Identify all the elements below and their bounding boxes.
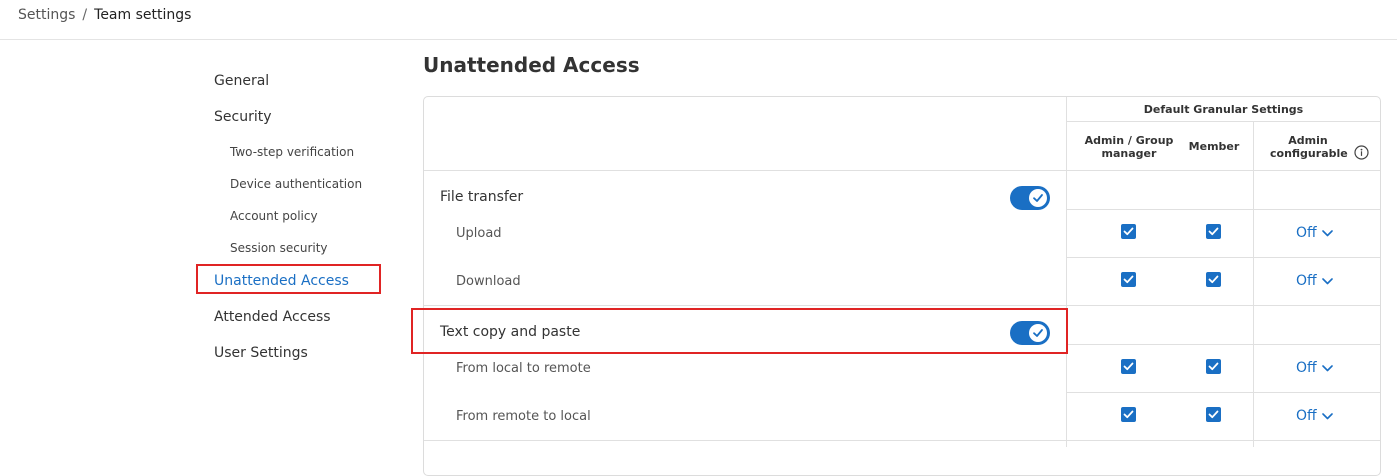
check-icon xyxy=(1123,275,1134,284)
row-label-upload: Upload xyxy=(456,226,502,241)
row-divider xyxy=(424,305,1380,306)
check-icon xyxy=(1208,227,1219,236)
row-divider xyxy=(1067,121,1380,122)
sidebar-item-security[interactable]: Security xyxy=(214,109,272,125)
remote-to-local-member-checkbox[interactable] xyxy=(1206,407,1221,422)
column-header-admin-configurable: Admin configurable xyxy=(1270,134,1348,160)
breadcrumb-settings-link[interactable]: Settings xyxy=(18,7,75,23)
header-divider xyxy=(0,39,1397,40)
toggle-knob xyxy=(1029,189,1047,207)
sidebar-item-session-security[interactable]: Session security xyxy=(230,241,328,255)
row-label-download: Download xyxy=(456,274,521,289)
check-icon xyxy=(1123,362,1134,371)
check-icon xyxy=(1208,410,1219,419)
check-icon xyxy=(1208,275,1219,284)
chevron-down-icon xyxy=(1321,229,1333,236)
selection-highlight-box xyxy=(196,264,381,294)
upload-member-checkbox[interactable] xyxy=(1206,224,1221,239)
row-divider xyxy=(424,170,1380,171)
download-member-checkbox[interactable] xyxy=(1206,272,1221,287)
group-header: Default Granular Settings xyxy=(1143,103,1304,116)
sidebar-item-attended-access[interactable]: Attended Access xyxy=(214,309,331,325)
sidebar-item-general[interactable]: General xyxy=(214,73,269,89)
info-icon[interactable] xyxy=(1354,145,1369,160)
check-icon xyxy=(1123,410,1134,419)
breadcrumb-current: Team settings xyxy=(94,7,192,23)
sidebar-item-account-policy[interactable]: Account policy xyxy=(230,209,318,223)
row-label-from-remote-to-local: From remote to local xyxy=(456,409,591,424)
row-divider xyxy=(1067,344,1380,345)
file-transfer-toggle[interactable] xyxy=(1010,186,1050,210)
local-to-remote-admin-checkbox[interactable] xyxy=(1121,359,1136,374)
row-label-file-transfer: File transfer xyxy=(440,189,524,205)
local-to-remote-admin-configurable-dropdown[interactable]: Off xyxy=(1296,360,1333,376)
chevron-down-icon xyxy=(1321,277,1333,284)
column-divider xyxy=(1066,97,1067,447)
remote-to-local-admin-checkbox[interactable] xyxy=(1121,407,1136,422)
row-label-from-local-to-remote: From local to remote xyxy=(456,361,591,376)
dropdown-value: Off xyxy=(1296,360,1317,376)
check-icon xyxy=(1123,227,1134,236)
row-divider xyxy=(1067,257,1380,258)
page-title: Unattended Access xyxy=(423,53,640,77)
row-highlight-box xyxy=(411,308,1068,354)
row-divider xyxy=(1067,209,1380,210)
chevron-down-icon xyxy=(1321,412,1333,419)
check-icon xyxy=(1208,362,1219,371)
download-admin-checkbox[interactable] xyxy=(1121,272,1136,287)
sidebar-item-user-settings[interactable]: User Settings xyxy=(214,345,308,361)
chevron-down-icon xyxy=(1321,364,1333,371)
local-to-remote-member-checkbox[interactable] xyxy=(1206,359,1221,374)
dropdown-value: Off xyxy=(1296,408,1317,424)
column-header-member: Member xyxy=(1188,140,1240,153)
download-admin-configurable-dropdown[interactable]: Off xyxy=(1296,273,1333,289)
breadcrumb-separator: / xyxy=(82,7,88,23)
dropdown-value: Off xyxy=(1296,225,1317,241)
check-icon xyxy=(1033,194,1043,202)
sidebar-item-two-step-verification[interactable]: Two-step verification xyxy=(230,145,354,159)
column-header-admin: Admin / Group manager xyxy=(1084,134,1174,160)
upload-admin-configurable-dropdown[interactable]: Off xyxy=(1296,225,1333,241)
row-divider xyxy=(424,440,1380,441)
sidebar-item-device-authentication[interactable]: Device authentication xyxy=(230,177,362,191)
breadcrumb: Settings / Team settings xyxy=(18,7,191,23)
remote-to-local-admin-configurable-dropdown[interactable]: Off xyxy=(1296,408,1333,424)
upload-admin-checkbox[interactable] xyxy=(1121,224,1136,239)
dropdown-value: Off xyxy=(1296,273,1317,289)
row-divider xyxy=(1067,392,1380,393)
